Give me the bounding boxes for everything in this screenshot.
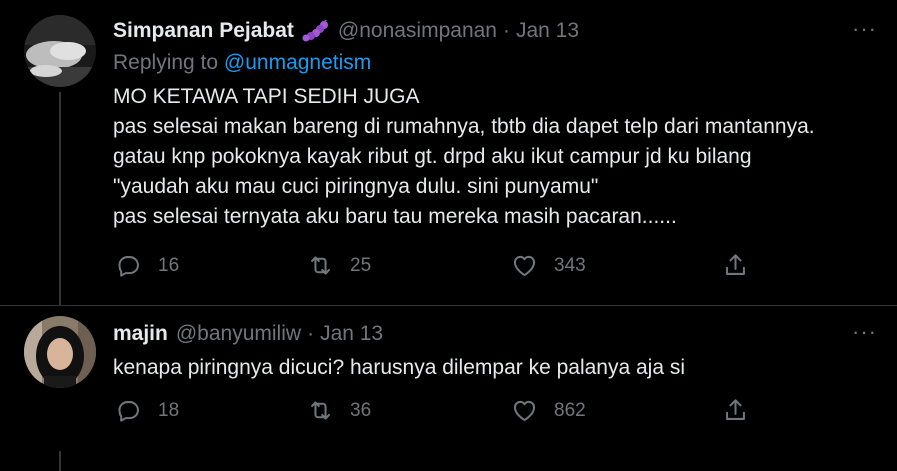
tweet-header: Simpanan Pejabat @nonasimpanan · Jan 13 xyxy=(113,17,877,45)
retweet-button[interactable]: 36 xyxy=(307,397,371,424)
tweet-actions: 16 25 343 xyxy=(0,252,897,282)
share-button[interactable] xyxy=(722,252,749,279)
share-icon xyxy=(726,399,745,420)
reply-button[interactable]: 16 xyxy=(115,252,179,279)
like-count: 343 xyxy=(554,254,586,276)
display-name[interactable]: Simpanan Pejabat xyxy=(113,19,294,43)
avatar[interactable] xyxy=(24,316,96,388)
reply-icon xyxy=(118,256,139,277)
reply-count: 16 xyxy=(158,254,180,276)
replying-to: Replying to @unmagnetism xyxy=(113,51,877,77)
retweet-button[interactable]: 25 xyxy=(307,252,371,279)
mention-link[interactable]: @unmagnetism xyxy=(224,51,371,74)
handle[interactable]: @nonasimpanan xyxy=(338,19,497,43)
timestamp[interactable]: Jan 13 xyxy=(320,322,383,346)
tweet-text: kenapa piringnya dicuci? harusnya dilemp… xyxy=(113,353,877,383)
display-name[interactable]: majin xyxy=(113,322,168,346)
like-button[interactable]: 862 xyxy=(511,397,586,424)
tweet-text-line: MO KETAWA TAPI SEDIH JUGA xyxy=(113,85,420,108)
handle[interactable]: @banyumiliw xyxy=(176,322,301,346)
tweet-text-line: gatau knp pokoknya kayak ribut gt. drpd … xyxy=(113,145,752,168)
like-icon xyxy=(513,400,536,422)
tweet-actions: 18 36 862 xyxy=(0,397,897,427)
retweet-count: 36 xyxy=(350,399,372,421)
replying-prefix: Replying to xyxy=(113,51,219,74)
timestamp[interactable]: Jan 13 xyxy=(516,19,579,43)
reply-button[interactable]: 18 xyxy=(115,397,179,424)
retweet-count: 25 xyxy=(350,254,372,276)
reply-count: 18 xyxy=(158,399,180,421)
tweet[interactable]: Simpanan Pejabat @nonasimpanan · Jan 13 … xyxy=(0,0,897,306)
tweet-text-line: kenapa piringnya dicuci? harusnya dilemp… xyxy=(113,356,686,379)
tweet-text-line: pas selesai ternyata aku baru tau mereka… xyxy=(113,205,677,228)
separator-dot: · xyxy=(502,19,510,42)
reply-icon xyxy=(118,401,139,422)
tweet-content: majin @banyumiliw · Jan 13 ··· kenapa pi… xyxy=(113,320,877,383)
thread-line xyxy=(59,451,61,471)
caterpillar-emoji-icon xyxy=(300,18,330,42)
tweet-content: Simpanan Pejabat @nonasimpanan · Jan 13 … xyxy=(113,17,877,232)
like-icon xyxy=(513,255,536,277)
tweet-text: MO KETAWA TAPI SEDIH JUGA pas selesai ma… xyxy=(113,82,877,232)
separator-dot: · xyxy=(307,322,315,345)
tweet[interactable]: majin @banyumiliw · Jan 13 ··· kenapa pi… xyxy=(0,305,897,471)
like-count: 862 xyxy=(554,399,586,421)
retweet-icon xyxy=(311,401,330,420)
like-button[interactable]: 343 xyxy=(511,252,586,279)
share-button[interactable] xyxy=(722,397,749,424)
more-icon[interactable]: ··· xyxy=(852,321,877,343)
tweet-header: majin @banyumiliw · Jan 13 xyxy=(113,320,877,348)
share-icon xyxy=(726,254,745,275)
tweet-text-line: pas selesai makan bareng di rumahnya, tb… xyxy=(113,115,815,138)
more-icon[interactable]: ··· xyxy=(852,18,877,40)
retweet-icon xyxy=(311,256,330,275)
tweet-text-line: "yaudah aku mau cuci piringnya dulu. sin… xyxy=(113,175,599,198)
avatar[interactable] xyxy=(24,15,96,87)
